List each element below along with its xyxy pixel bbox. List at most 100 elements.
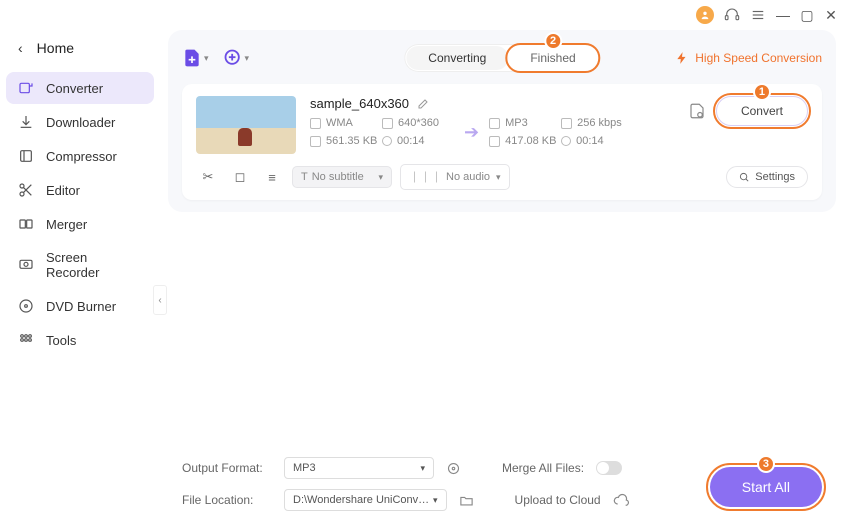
bolt-icon [675, 51, 689, 65]
cloud-icon[interactable] [613, 492, 629, 508]
compress-icon [18, 148, 34, 164]
tab-segment: Converting 2 Finished [404, 44, 599, 72]
chevron-down-icon: ▾ [496, 172, 501, 183]
callout-badge-3: 3 [757, 455, 775, 473]
sidebar-item-converter[interactable]: Converter [6, 72, 154, 104]
hamburger-icon[interactable] [750, 7, 766, 23]
clock-icon [382, 136, 392, 146]
subtitle-select[interactable]: T No subtitle ▾ [292, 166, 392, 188]
convert-button[interactable]: 1 Convert [716, 96, 808, 126]
tab-finished[interactable]: 2 Finished [508, 46, 597, 70]
high-speed-toggle[interactable]: High Speed Conversion [675, 51, 822, 65]
format-settings-icon[interactable] [446, 461, 462, 476]
sidebar: ‹ Home Converter Downloader Compressor E… [0, 30, 160, 525]
open-folder-icon[interactable] [459, 493, 475, 508]
subtitle-value: No subtitle [312, 171, 364, 183]
card-tools: ✂ ◻ ≡ T No subtitle ▾ ｜｜｜ No audio ▾ Setti… [196, 164, 808, 190]
sidebar-item-dvd-burner[interactable]: DVD Burner [6, 290, 154, 322]
sidebar-item-label: Compressor [46, 149, 117, 164]
recorder-icon [18, 257, 34, 273]
file-location-label: File Location: [182, 493, 272, 507]
user-avatar[interactable] [696, 6, 714, 24]
file-location-value: D:\Wondershare UniConverter 1 [293, 494, 433, 506]
format-icon [310, 118, 321, 129]
merge-icon [18, 216, 34, 232]
sidebar-item-label: Converter [46, 81, 103, 96]
grid-icon [18, 332, 34, 348]
window-close[interactable]: ✕ [824, 7, 838, 24]
dst-dur: 00:14 [576, 135, 604, 147]
window-maximize[interactable]: ▢ [800, 7, 814, 24]
chevron-down-icon: ▾ [378, 172, 383, 183]
src-dur: 00:14 [397, 135, 425, 147]
sidebar-item-label: Tools [46, 333, 76, 348]
callout-badge-2: 2 [544, 32, 562, 50]
trim-button[interactable]: ✂ [196, 165, 220, 189]
edit-name-icon[interactable] [417, 98, 429, 110]
back-icon[interactable]: ‹ [18, 40, 23, 56]
add-file-button[interactable]: ▾ [182, 48, 209, 68]
file-location-select[interactable]: D:\Wondershare UniConverter 1 ▾ [284, 489, 447, 511]
home-label: Home [37, 40, 74, 56]
magnify-icon [739, 172, 750, 183]
dst-bitrate: 256 kbps [577, 117, 622, 129]
sidebar-item-merger[interactable]: Merger [6, 208, 154, 240]
nav-list: Converter Downloader Compressor Editor M… [6, 72, 154, 356]
effects-button[interactable]: ≡ [260, 165, 284, 189]
crop-button[interactable]: ◻ [228, 165, 252, 189]
add-url-button[interactable]: ▾ [223, 48, 250, 68]
tab-finished-label: Finished [530, 51, 575, 65]
audio-select[interactable]: ｜｜｜ No audio ▾ [400, 164, 510, 190]
sidebar-item-tools[interactable]: Tools [6, 324, 154, 356]
disc-icon [18, 298, 34, 314]
tab-converting[interactable]: Converting [406, 46, 508, 70]
callout-badge-1: 1 [753, 83, 771, 101]
high-speed-label: High Speed Conversion [695, 51, 822, 65]
scissors-icon [18, 182, 34, 198]
file-name: sample_640x360 [310, 96, 409, 111]
sidebar-item-downloader[interactable]: Downloader [6, 106, 154, 138]
file-card: sample_640x360 WMA 561.35 KB 640*3 [182, 84, 822, 200]
size-icon [489, 136, 500, 147]
chevron-down-icon: ▾ [420, 463, 425, 474]
sidebar-item-compressor[interactable]: Compressor [6, 140, 154, 172]
clock-icon [561, 136, 571, 146]
output-settings-icon[interactable] [688, 102, 706, 120]
sidebar-item-label: Downloader [46, 115, 115, 130]
sidebar-item-editor[interactable]: Editor [6, 174, 154, 206]
panel: ▾ ▾ Converting 2 Finished [168, 30, 836, 212]
start-all-label: Start All [742, 479, 790, 495]
titlebar: — ▢ ✕ [0, 0, 850, 30]
subtitle-icon: T [301, 171, 308, 183]
format-icon [489, 118, 500, 129]
merge-label: Merge All Files: [502, 461, 584, 475]
output-format-label: Output Format: [182, 461, 272, 475]
src-format: WMA [326, 117, 353, 129]
chevron-down-icon: ▾ [204, 53, 209, 64]
audio-icon: ｜｜｜ [409, 169, 442, 185]
audio-value: No audio [446, 171, 490, 183]
settings-label: Settings [755, 171, 795, 183]
chevron-down-icon: ▾ [433, 495, 438, 506]
chevron-down-icon: ▾ [245, 53, 250, 64]
src-res: 640*360 [398, 117, 439, 129]
sidebar-item-label: Editor [46, 183, 80, 198]
sidebar-item-label: Merger [46, 217, 87, 232]
sidebar-collapse[interactable]: ‹ [153, 285, 167, 315]
footer: Output Format: MP3 ▾ Merge All Files: Fi… [168, 447, 836, 525]
resolution-icon [382, 118, 393, 129]
support-icon[interactable] [724, 7, 740, 23]
converter-icon [18, 80, 34, 96]
size-icon [310, 136, 321, 147]
download-icon [18, 114, 34, 130]
upload-label: Upload to Cloud [515, 493, 601, 507]
home-row[interactable]: ‹ Home [6, 36, 154, 72]
sidebar-item-screen-recorder[interactable]: Screen Recorder [6, 242, 154, 288]
output-format-select[interactable]: MP3 ▾ [284, 457, 434, 479]
video-thumbnail[interactable] [196, 96, 296, 154]
settings-button[interactable]: Settings [726, 166, 808, 188]
file-meta: sample_640x360 WMA 561.35 KB 640*3 [310, 96, 674, 147]
window-minimize[interactable]: — [776, 7, 790, 23]
merge-toggle[interactable] [596, 461, 622, 475]
start-all-button[interactable]: Start All [710, 467, 822, 507]
